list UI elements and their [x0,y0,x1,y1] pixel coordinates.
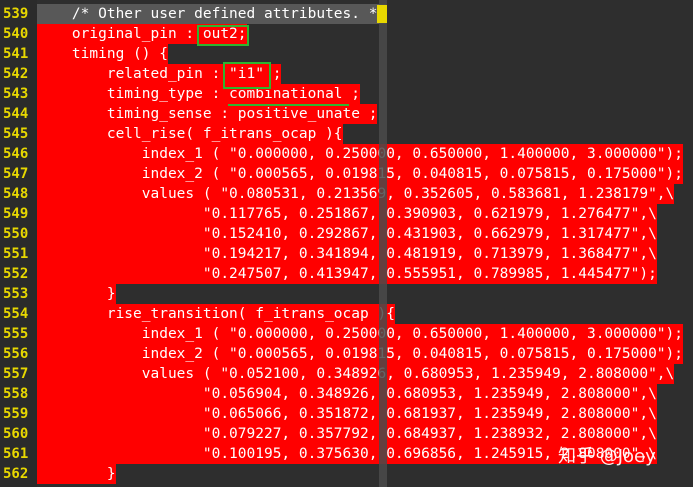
line-number: 551 [3,246,29,262]
code-line[interactable]: 553 } [0,284,693,304]
code-text[interactable]: rise_transition( f_itrans_ocap ){ [37,304,395,324]
line-number: 546 [3,146,29,162]
code-text[interactable]: "0.117765, 0.251867, 0.390903, 0.621979,… [37,204,657,224]
line-number: 543 [3,86,29,102]
watermark: 知乎 @Joey [558,446,656,467]
line-number: 561 [3,446,29,462]
line-number: 557 [3,366,29,382]
line-number: 547 [3,166,29,182]
line-number: 556 [3,346,29,362]
code-text[interactable]: "0.194217, 0.341894, 0.481919, 0.713979,… [37,244,657,264]
code-text[interactable]: "0.079227, 0.357792, 0.684937, 1.238932,… [37,424,657,444]
code-text[interactable]: "0.152410, 0.292867, 0.431903, 0.662979,… [37,224,657,244]
code-line[interactable]: 545 cell_rise( f_itrans_ocap ){ [0,124,693,144]
code-text[interactable]: index_2 ( "0.000565, 0.019815, 0.040815,… [37,344,684,364]
line-number: 552 [3,266,29,282]
code-line[interactable]: 555 index_1 ( "0.000000, 0.250000, 0.650… [0,324,693,344]
line-number: 548 [3,186,29,202]
code-line[interactable]: 556 index_2 ( "0.000565, 0.019815, 0.040… [0,344,693,364]
code-text[interactable]: /* Other user defined attributes. */ [37,4,387,24]
annotation-box-i1 [223,62,271,89]
code-line[interactable]: 551 "0.194217, 0.341894, 0.481919, 0.713… [0,244,693,264]
annotation-underline-combinational [228,104,349,106]
code-line[interactable]: 559 "0.065066, 0.351872, 0.681937, 1.235… [0,404,693,424]
code-text[interactable]: } [37,464,116,484]
line-number: 541 [3,46,29,62]
line-number: 555 [3,326,29,342]
line-number: 542 [3,66,29,82]
code-text[interactable]: "0.247507, 0.413947, 0.555951, 0.789985,… [37,264,657,284]
code-line[interactable]: 547 index_2 ( "0.000565, 0.019815, 0.040… [0,164,693,184]
code-editor[interactable]: 539 /* Other user defined attributes. */… [0,0,693,487]
line-number: 540 [3,26,29,42]
line-number: 539 [3,6,29,22]
code-line[interactable]: 557 values ( "0.052100, 0.348926, 0.6809… [0,364,693,384]
code-text[interactable]: values ( "0.080531, 0.213569, 0.352605, … [37,184,675,204]
code-line[interactable]: 552 "0.247507, 0.413947, 0.555951, 0.789… [0,264,693,284]
line-number: 559 [3,406,29,422]
line-number: 550 [3,226,29,242]
code-text[interactable]: cell_rise( f_itrans_ocap ){ [37,124,343,144]
line-number: 562 [3,466,29,482]
code-text[interactable]: timing_type : combinational ; [37,84,361,104]
code-text[interactable]: timing () { [37,44,168,64]
code-line[interactable]: 548 values ( "0.080531, 0.213569, 0.3526… [0,184,693,204]
code-line[interactable]: 550 "0.152410, 0.292867, 0.431903, 0.662… [0,224,693,244]
annotation-box-out2 [197,25,249,46]
line-number: 553 [3,286,29,302]
code-text[interactable]: timing_sense : positive_unate ; [37,104,378,124]
code-text[interactable]: values ( "0.052100, 0.348926, 0.680953, … [37,364,675,384]
code-line[interactable]: 558 "0.056904, 0.348926, 0.680953, 1.235… [0,384,693,404]
code-line[interactable]: 560 "0.079227, 0.357792, 0.684937, 1.238… [0,424,693,444]
column-guide [379,0,387,487]
line-number: 558 [3,386,29,402]
line-number: 544 [3,106,29,122]
code-line[interactable]: 554 rise_transition( f_itrans_ocap ){ [0,304,693,324]
line-number: 560 [3,426,29,442]
line-number: 554 [3,306,29,322]
code-text[interactable]: index_1 ( "0.000000, 0.250000, 0.650000,… [37,144,684,164]
text-cursor [377,5,387,23]
line-number: 549 [3,206,29,222]
code-line[interactable]: 540 original_pin : out2; [0,24,693,44]
code-line[interactable]: 549 "0.117765, 0.251867, 0.390903, 0.621… [0,204,693,224]
code-text[interactable]: index_2 ( "0.000565, 0.019815, 0.040815,… [37,164,684,184]
code-text[interactable]: "0.065066, 0.351872, 0.681937, 1.235949,… [37,404,657,424]
code-line[interactable]: 544 timing_sense : positive_unate ; [0,104,693,124]
line-number: 545 [3,126,29,142]
code-line[interactable]: 539 /* Other user defined attributes. */ [0,4,693,24]
code-line[interactable]: 541 timing () { [0,44,693,64]
code-text[interactable]: index_1 ( "0.000000, 0.250000, 0.650000,… [37,324,684,344]
code-line[interactable]: 543 timing_type : combinational ; [0,84,693,104]
code-text[interactable]: "0.056904, 0.348926, 0.680953, 1.235949,… [37,384,657,404]
code-line[interactable]: 546 index_1 ( "0.000000, 0.250000, 0.650… [0,144,693,164]
code-line[interactable]: 542 related_pin : "i1" ; [0,64,693,84]
code-text[interactable]: } [37,284,116,304]
